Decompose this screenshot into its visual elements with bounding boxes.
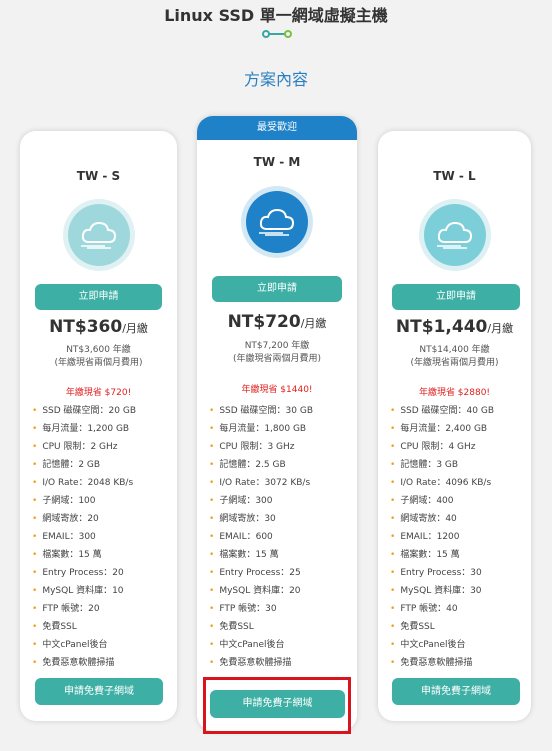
plan-icon-wrap: [418, 199, 491, 271]
plan-name: TW - S: [76, 169, 121, 183]
feature-item: 免費惡意軟體掃描: [390, 654, 525, 672]
feature-item: EMAIL：1200: [390, 528, 525, 546]
title-divider: [262, 30, 292, 38]
plan-card-tw-m: 最受歡迎 TW - M 立即申請 NT$720/月繳 NT$7,200 年繳 (…: [197, 116, 357, 731]
cloud-icon: [67, 204, 130, 266]
cloud-icon: [423, 204, 486, 266]
most-popular-ribbon: 最受歡迎: [197, 116, 357, 140]
feature-item: 記憶體：3 GB: [390, 456, 525, 474]
feature-item: EMAIL：300: [32, 528, 171, 546]
feature-item: 免費SSL: [209, 618, 351, 636]
yearly-note: (年繳現省兩個月費用): [54, 358, 143, 368]
yearly-price: NT$14,400 年繳: [419, 345, 490, 355]
plan-card-tw-s: TW - S 立即申請 NT$360/月繳 NT$3,600 年繳 (年繳現省兩…: [20, 131, 177, 721]
feature-item: 網域寄放：30: [209, 510, 351, 528]
feature-item: CPU 限制：2 GHz: [32, 438, 171, 456]
feature-item: 記憶體：2.5 GB: [209, 456, 351, 474]
feature-item: CPU 限制：3 GHz: [209, 438, 351, 456]
feature-item: 網域寄放：20: [32, 510, 171, 528]
feature-item: FTP 帳號：30: [209, 600, 351, 618]
apply-button[interactable]: 立即申請: [392, 284, 520, 310]
feature-item: FTP 帳號：20: [32, 600, 171, 618]
save-text: 年繳現省 $720!: [65, 388, 132, 398]
yearly-note: (年繳現省兩個月費用): [232, 354, 322, 364]
save-text: 年繳現省 $2880!: [418, 388, 491, 398]
feature-item: 每月流量：1,800 GB: [209, 420, 351, 438]
feature-item: 檔案數：15 萬: [32, 546, 171, 564]
feature-item: 每月流量：2,400 GB: [390, 420, 525, 438]
feature-item: EMAIL：600: [209, 528, 351, 546]
feature-item: 每月流量：1,200 GB: [32, 420, 171, 438]
cloud-icon: [246, 191, 308, 253]
yearly-price: NT$3,600 年繳: [66, 345, 131, 355]
page-title: Linux SSD 單一網域虛擬主機: [164, 6, 388, 25]
save-text: 年繳現省 $1440!: [241, 385, 313, 395]
feature-item: 中文cPanel後台: [390, 636, 525, 654]
feature-list: SSD 磁碟空間：40 GB每月流量：2,400 GBCPU 限制：4 GHz記…: [390, 402, 525, 672]
feature-item: 檔案數：15 萬: [209, 546, 351, 564]
feature-item: Entry Process：30: [390, 564, 525, 582]
feature-item: SSD 磁碟空間：20 GB: [32, 402, 171, 420]
feature-item: 記憶體：2 GB: [32, 456, 171, 474]
feature-item: 免費SSL: [390, 618, 525, 636]
yearly-price: NT$7,200 年繳: [244, 341, 310, 351]
yearly-note: (年繳現省兩個月費用): [410, 358, 499, 368]
feature-item: SSD 磁碟空間：40 GB: [390, 402, 525, 420]
plan-name: TW - M: [253, 155, 301, 169]
price: NT$720/月繳: [227, 312, 327, 332]
feature-item: MySQL 資料庫：10: [32, 582, 171, 600]
feature-item: 子網域：300: [209, 492, 351, 510]
section-title: 方案內容: [243, 70, 308, 89]
feature-item: MySQL 資料庫：20: [209, 582, 351, 600]
apply-button[interactable]: 立即申請: [35, 284, 162, 310]
feature-item: 中文cPanel後台: [32, 636, 171, 654]
feature-item: Entry Process：25: [209, 564, 351, 582]
feature-item: Entry Process：20: [32, 564, 171, 582]
feature-item: MySQL 資料庫：30: [390, 582, 525, 600]
price: NT$360/月繳: [49, 317, 148, 337]
feature-item: 子網域：400: [390, 492, 525, 510]
feature-item: I/O Rate：2048 KB/s: [32, 474, 171, 492]
feature-item: 免費惡意軟體掃描: [32, 654, 171, 672]
feature-item: 子網域：100: [32, 492, 171, 510]
feature-list: SSD 磁碟空間：20 GB每月流量：1,200 GBCPU 限制：2 GHz記…: [32, 402, 171, 672]
plan-icon-wrap: [241, 186, 313, 258]
plan-card-tw-l: TW - L 立即申請 NT$1,440/月繳 NT$14,400 年繳 (年繳…: [378, 131, 531, 721]
feature-item: CPU 限制：4 GHz: [390, 438, 525, 456]
feature-item: I/O Rate：4096 KB/s: [390, 474, 525, 492]
feature-item: 檔案數：15 萬: [390, 546, 525, 564]
price: NT$1,440/月繳: [395, 317, 514, 337]
free-subdomain-button[interactable]: 申請免費子網域: [392, 678, 520, 705]
feature-item: I/O Rate：3072 KB/s: [209, 474, 351, 492]
feature-item: 免費惡意軟體掃描: [209, 654, 351, 672]
feature-item: 中文cPanel後台: [209, 636, 351, 654]
feature-list: SSD 磁碟空間：30 GB每月流量：1,800 GBCPU 限制：3 GHz記…: [209, 402, 351, 672]
feature-item: 網域寄放：40: [390, 510, 525, 528]
highlight-box: [203, 677, 351, 734]
plan-name: TW - L: [433, 169, 476, 183]
plan-icon-wrap: [62, 199, 135, 271]
feature-item: SSD 磁碟空間：30 GB: [209, 402, 351, 420]
apply-button[interactable]: 立即申請: [212, 276, 342, 302]
feature-item: 免費SSL: [32, 618, 171, 636]
feature-item: FTP 帳號：40: [390, 600, 525, 618]
free-subdomain-button[interactable]: 申請免費子網域: [35, 678, 163, 705]
